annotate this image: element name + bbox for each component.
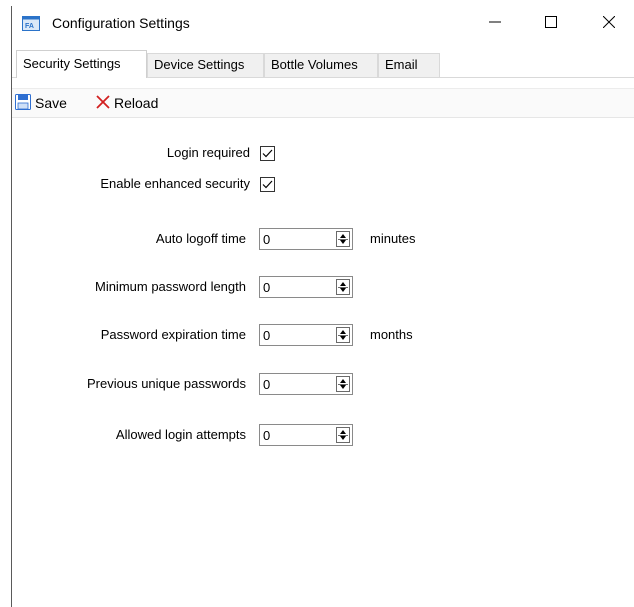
password-expiration-stepper[interactable]: 0 <box>259 324 353 346</box>
tab-device-settings[interactable]: Device Settings <box>147 53 264 77</box>
min-password-stepper[interactable]: 0 <box>259 276 353 298</box>
reload-label: Reload <box>114 95 159 111</box>
floppy-disk-icon <box>15 93 31 113</box>
previous-unique-label: Previous unique passwords <box>87 376 246 391</box>
spin-arrows-icon[interactable] <box>336 376 350 392</box>
auto-logoff-stepper[interactable]: 0 <box>259 228 353 250</box>
previous-unique-value[interactable]: 0 <box>263 377 270 392</box>
password-expiration-unit: months <box>370 327 413 342</box>
save-button[interactable]: Save <box>15 89 67 117</box>
window-title: Configuration Settings <box>52 15 190 31</box>
title-bar[interactable]: FA Configuration Settings <box>12 6 634 40</box>
spin-arrows-icon[interactable] <box>336 427 350 443</box>
spin-arrows-icon[interactable] <box>336 327 350 343</box>
tab-label: Email <box>385 57 418 72</box>
svg-text:FA: FA <box>25 23 34 30</box>
spin-arrows-icon[interactable] <box>336 279 350 295</box>
min-password-value[interactable]: 0 <box>263 280 270 295</box>
password-expiration-value[interactable]: 0 <box>263 328 270 343</box>
checkmark-icon <box>262 180 273 189</box>
login-attempts-value[interactable]: 0 <box>263 428 270 443</box>
save-label: Save <box>35 95 67 111</box>
auto-logoff-unit: minutes <box>370 231 416 246</box>
auto-logoff-label: Auto logoff time <box>155 231 246 246</box>
app-icon: FA <box>22 16 40 31</box>
maximize-icon <box>544 15 557 31</box>
tab-security-settings[interactable]: Security Settings <box>16 50 147 78</box>
login-required-label: Login required <box>166 145 250 160</box>
checkmark-icon <box>262 149 273 158</box>
tab-strip: Security Settings Device Settings Bottle… <box>12 50 634 78</box>
configuration-window: FA Configuration Settings Security Setti… <box>11 6 634 607</box>
spin-arrows-icon[interactable] <box>336 231 350 247</box>
min-password-label: Minimum password length <box>94 279 246 294</box>
close-button[interactable] <box>586 6 631 40</box>
tab-email[interactable]: Email <box>378 53 440 77</box>
login-attempts-stepper[interactable]: 0 <box>259 424 353 446</box>
minimize-button[interactable] <box>472 6 517 40</box>
enhanced-security-label: Enable enhanced security <box>100 176 250 191</box>
enhanced-security-checkbox[interactable] <box>260 177 275 192</box>
x-icon <box>96 94 110 112</box>
tab-bottle-volumes[interactable]: Bottle Volumes <box>264 53 378 77</box>
previous-unique-stepper[interactable]: 0 <box>259 373 353 395</box>
auto-logoff-value[interactable]: 0 <box>263 232 270 247</box>
toolbar: Save Reload <box>12 88 634 118</box>
tab-label: Bottle Volumes <box>271 57 358 72</box>
login-required-checkbox[interactable] <box>260 146 275 161</box>
minimize-icon <box>488 16 501 31</box>
maximize-button[interactable] <box>528 6 573 40</box>
tab-label: Device Settings <box>154 57 245 72</box>
password-expiration-label: Password expiration time <box>100 327 246 342</box>
reload-button[interactable]: Reload <box>96 89 158 117</box>
close-icon <box>602 15 615 31</box>
tab-label: Security Settings <box>23 56 121 71</box>
login-attempts-label: Allowed login attempts <box>115 427 246 442</box>
